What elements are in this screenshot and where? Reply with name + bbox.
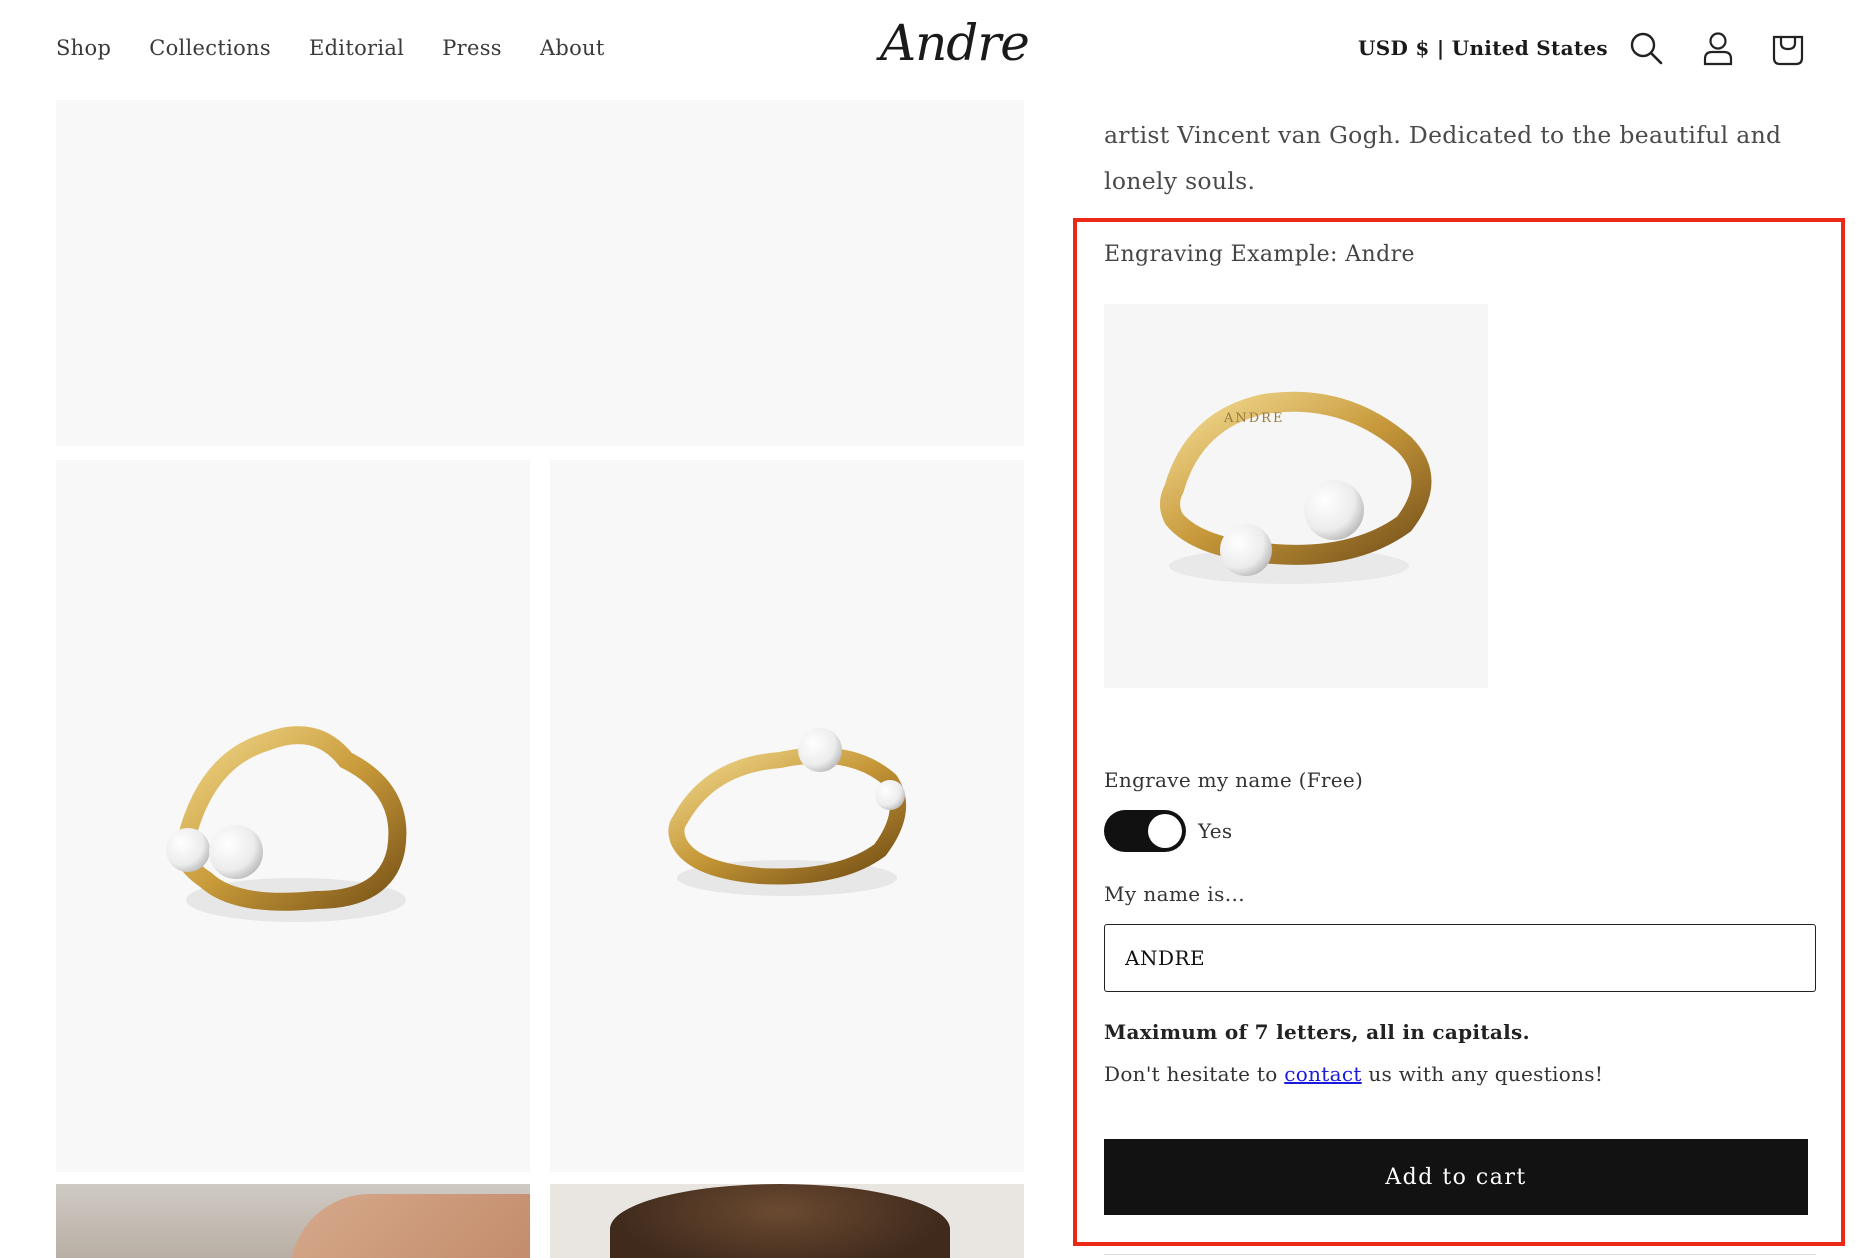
- product-image-model-1[interactable]: [56, 1184, 530, 1258]
- product-image-model-2[interactable]: [550, 1184, 1024, 1258]
- nav-press[interactable]: Press: [442, 30, 502, 66]
- add-to-cart-button[interactable]: Add to cart: [1104, 1139, 1808, 1215]
- nav-about[interactable]: About: [540, 30, 605, 66]
- name-field-label: My name is...: [1104, 882, 1246, 906]
- contact-help-text: Don't hesitate to contact us with any qu…: [1104, 1056, 1603, 1092]
- nav-editorial[interactable]: Editorial: [309, 30, 404, 66]
- model-skin: [290, 1194, 530, 1258]
- ring-engraving-text: ANDRE: [1223, 411, 1284, 426]
- brand-logo[interactable]: Andre: [880, 14, 1030, 72]
- nav-collections[interactable]: Collections: [149, 30, 271, 66]
- search-icon[interactable]: [1626, 28, 1666, 68]
- currency-country-selector[interactable]: USD $ | United States: [1358, 30, 1608, 66]
- engrave-toggle-switch[interactable]: [1104, 810, 1186, 852]
- engraving-name-input[interactable]: [1104, 924, 1816, 992]
- main-nav: Shop Collections Editorial Press About: [56, 30, 643, 66]
- product-image-ring-front[interactable]: [56, 460, 530, 1172]
- ring-illustration: [668, 728, 906, 896]
- nav-shop[interactable]: Shop: [56, 30, 111, 66]
- engrave-toggle-state: Yes: [1198, 819, 1233, 843]
- site-header: Shop Collections Editorial Press About A…: [0, 0, 1862, 100]
- engraving-example-label: Engraving Example: Andre: [1104, 242, 1415, 267]
- help-suffix: us with any questions!: [1361, 1062, 1604, 1086]
- max-letters-note: Maximum of 7 letters, all in capitals.: [1104, 1020, 1530, 1044]
- ring-illustration: [166, 726, 407, 922]
- product-image-main[interactable]: [56, 100, 1024, 446]
- engraving-example-image: ANDRE: [1104, 304, 1488, 688]
- product-description: artist Vincent van Gogh. Dedicated to th…: [1104, 121, 1782, 195]
- section-divider: [1104, 1254, 1816, 1255]
- model-hair: [610, 1184, 950, 1258]
- toggle-knob: [1148, 814, 1182, 848]
- product-image-ring-side[interactable]: [550, 460, 1024, 1172]
- cart-icon[interactable]: [1768, 28, 1808, 68]
- engraved-ring-illustration: ANDRE: [1160, 391, 1432, 584]
- account-icon[interactable]: [1698, 28, 1738, 68]
- contact-link[interactable]: contact: [1284, 1062, 1361, 1086]
- engrave-toggle-label: Engrave my name (Free): [1104, 768, 1364, 792]
- help-prefix: Don't hesitate to: [1104, 1062, 1285, 1086]
